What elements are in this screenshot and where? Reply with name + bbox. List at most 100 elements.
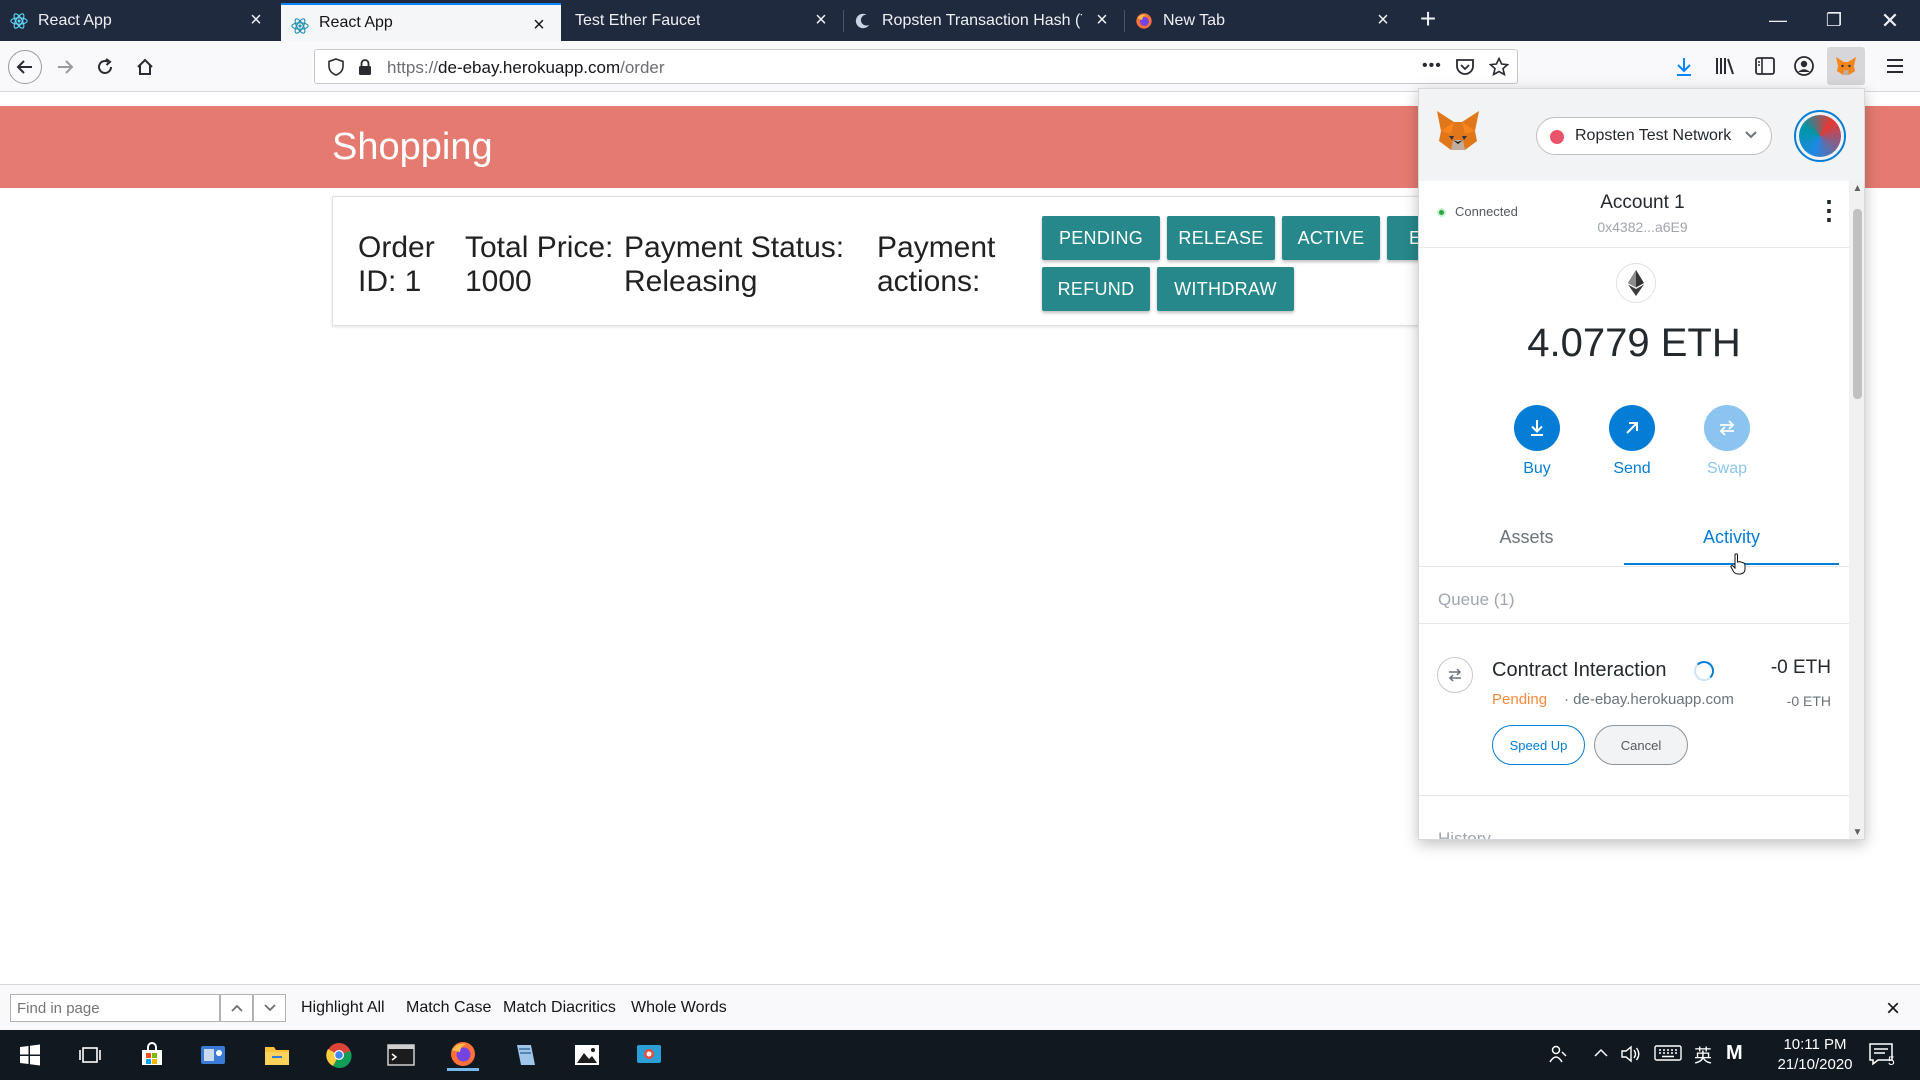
- tab-close-icon[interactable]: ×: [529, 15, 549, 35]
- photos-icon[interactable]: [571, 1039, 603, 1071]
- metamask-fox-logo-icon[interactable]: [1435, 109, 1481, 153]
- shield-icon[interactable]: [327, 58, 345, 76]
- app-icon[interactable]: [197, 1039, 229, 1071]
- find-input[interactable]: [10, 994, 220, 1022]
- account-name[interactable]: Account 1: [1419, 192, 1864, 214]
- terminal-icon[interactable]: [385, 1039, 417, 1071]
- account-address[interactable]: 0x4382...a6E9: [1419, 219, 1864, 235]
- active-button[interactable]: ACTIVE: [1282, 216, 1380, 260]
- swap-button[interactable]: [1704, 405, 1750, 451]
- scroll-down-icon[interactable]: ▼: [1852, 827, 1863, 838]
- lock-icon[interactable]: [357, 58, 373, 76]
- chrome-icon[interactable]: [323, 1039, 355, 1071]
- network-selector[interactable]: Ropsten Test Network: [1536, 117, 1772, 155]
- send-action[interactable]: Send: [1602, 405, 1662, 478]
- find-close-icon[interactable]: ×: [1886, 995, 1900, 1023]
- account-avatar[interactable]: [1794, 110, 1846, 162]
- url-bar[interactable]: https://de-ebay.herokuapp.com/order •••: [314, 49, 1518, 84]
- minimize-icon[interactable]: —: [1750, 0, 1806, 41]
- file-explorer-icon[interactable]: [261, 1039, 293, 1071]
- tab-close-icon[interactable]: ×: [811, 10, 831, 30]
- notification-count: 5: [1888, 1054, 1895, 1068]
- order-card: Order ID: 1 Total Price: 1000 Payment St…: [332, 196, 1432, 326]
- tab-close-icon[interactable]: ×: [246, 10, 266, 30]
- popup-scrollbar[interactable]: ▲ ▼: [1849, 181, 1864, 839]
- tab-assets[interactable]: Assets: [1419, 527, 1634, 565]
- pending-spinner-icon: [1694, 661, 1714, 681]
- bookmark-star-icon[interactable]: [1489, 57, 1509, 77]
- whole-words-option[interactable]: Whole Words: [631, 999, 727, 1017]
- windows-start-icon[interactable]: [14, 1039, 46, 1071]
- url-text[interactable]: https://de-ebay.herokuapp.com/order: [387, 50, 665, 85]
- cancel-button[interactable]: Cancel: [1594, 725, 1688, 765]
- transaction-amount: -0 ETH: [1770, 657, 1831, 678]
- react-logo-icon: [291, 18, 309, 34]
- download-arrow-icon: [1531, 420, 1543, 436]
- tab-react-app-1[interactable]: React App ×: [0, 0, 278, 41]
- clock-time: 10:11 PM: [1783, 1036, 1847, 1053]
- restore-icon[interactable]: ❐: [1806, 0, 1862, 41]
- order-total-price: Total Price: 1000: [465, 231, 614, 298]
- tab-close-icon[interactable]: ×: [1373, 10, 1393, 30]
- ethereum-logo-icon: [1616, 263, 1656, 303]
- new-tab-button[interactable]: +: [1414, 5, 1442, 34]
- hamburger-menu-icon[interactable]: [1885, 57, 1905, 75]
- speed-up-button[interactable]: Speed Up: [1492, 725, 1585, 765]
- library-icon[interactable]: [1714, 56, 1736, 76]
- volume-icon[interactable]: [1620, 1044, 1642, 1064]
- scroll-up-icon[interactable]: ▲: [1852, 183, 1863, 194]
- metamask-extension-button[interactable]: [1827, 47, 1865, 85]
- match-case-option[interactable]: Match Case: [406, 999, 491, 1017]
- order-payment-status: Payment Status: Releasing: [624, 231, 845, 298]
- input-language-indicator[interactable]: 英: [1694, 1042, 1712, 1068]
- transaction-title[interactable]: Contract Interaction: [1492, 659, 1667, 682]
- reload-button[interactable]: [88, 50, 122, 84]
- people-icon[interactable]: [1548, 1044, 1568, 1064]
- match-diacritics-option[interactable]: Match Diacritics: [503, 999, 616, 1017]
- tab-test-ether-faucet[interactable]: Test Ether Faucet ×: [563, 0, 843, 41]
- sidebar-icon[interactable]: [1754, 56, 1776, 76]
- refund-button[interactable]: REFUND: [1042, 267, 1150, 311]
- pending-button[interactable]: PENDING: [1042, 216, 1160, 260]
- page-actions-menu-icon[interactable]: •••: [1422, 57, 1442, 75]
- task-view-icon[interactable]: [74, 1039, 106, 1071]
- release-button[interactable]: RELEASE: [1167, 216, 1275, 260]
- screen-recorder-icon[interactable]: [633, 1039, 665, 1071]
- close-window-icon[interactable]: ✕: [1862, 0, 1918, 41]
- arrow-up-right-icon: [1626, 422, 1638, 434]
- app-icon[interactable]: [509, 1039, 541, 1071]
- withdraw-button[interactable]: WITHDRAW: [1157, 267, 1294, 311]
- account-icon[interactable]: [1793, 55, 1815, 77]
- metamask-popup: Ropsten Test Network Connected Account 1…: [1418, 88, 1865, 840]
- scrollbar-thumb[interactable]: [1853, 209, 1862, 399]
- store-app-icon[interactable]: [136, 1039, 168, 1071]
- pocket-icon[interactable]: [1455, 58, 1475, 76]
- tab-new-tab[interactable]: New Tab ×: [1125, 0, 1405, 41]
- download-icon[interactable]: [1674, 56, 1694, 78]
- buy-action[interactable]: Buy: [1507, 405, 1567, 478]
- home-button[interactable]: [128, 50, 162, 84]
- tab-close-icon[interactable]: ×: [1092, 10, 1112, 30]
- swap-action[interactable]: Swap: [1697, 405, 1757, 478]
- find-previous-button[interactable]: [220, 994, 253, 1022]
- send-button[interactable]: [1609, 405, 1655, 451]
- windows-taskbar: 英 M 10:11 PM 21/10/2020 5: [0, 1030, 1920, 1080]
- divider: [1419, 795, 1849, 796]
- tab-react-app-2[interactable]: React App ×: [281, 3, 561, 41]
- tray-chevron-up-icon[interactable]: [1592, 1044, 1610, 1062]
- divider: [1419, 566, 1849, 567]
- firefox-taskbar-icon[interactable]: [447, 1039, 479, 1071]
- find-next-button[interactable]: [253, 994, 286, 1022]
- chevron-down-icon: [263, 1004, 276, 1012]
- tab-ropsten-tx-hash[interactable]: Ropsten Transaction Hash (Txh ×: [844, 0, 1124, 41]
- browser-tab-strip: React App × React App × Test Ether Fauce…: [0, 0, 1920, 41]
- account-options-icon[interactable]: ⋮: [1816, 197, 1842, 225]
- ime-mode-indicator[interactable]: M: [1726, 1042, 1743, 1065]
- system-clock[interactable]: 10:11 PM 21/10/2020: [1760, 1035, 1870, 1075]
- back-button[interactable]: [8, 50, 42, 84]
- buy-button[interactable]: [1514, 405, 1560, 451]
- keyboard-icon[interactable]: [1654, 1044, 1682, 1062]
- highlight-all-option[interactable]: Highlight All: [301, 999, 385, 1017]
- forward-button[interactable]: [48, 50, 82, 84]
- notification-center-button[interactable]: 5: [1868, 1042, 1904, 1070]
